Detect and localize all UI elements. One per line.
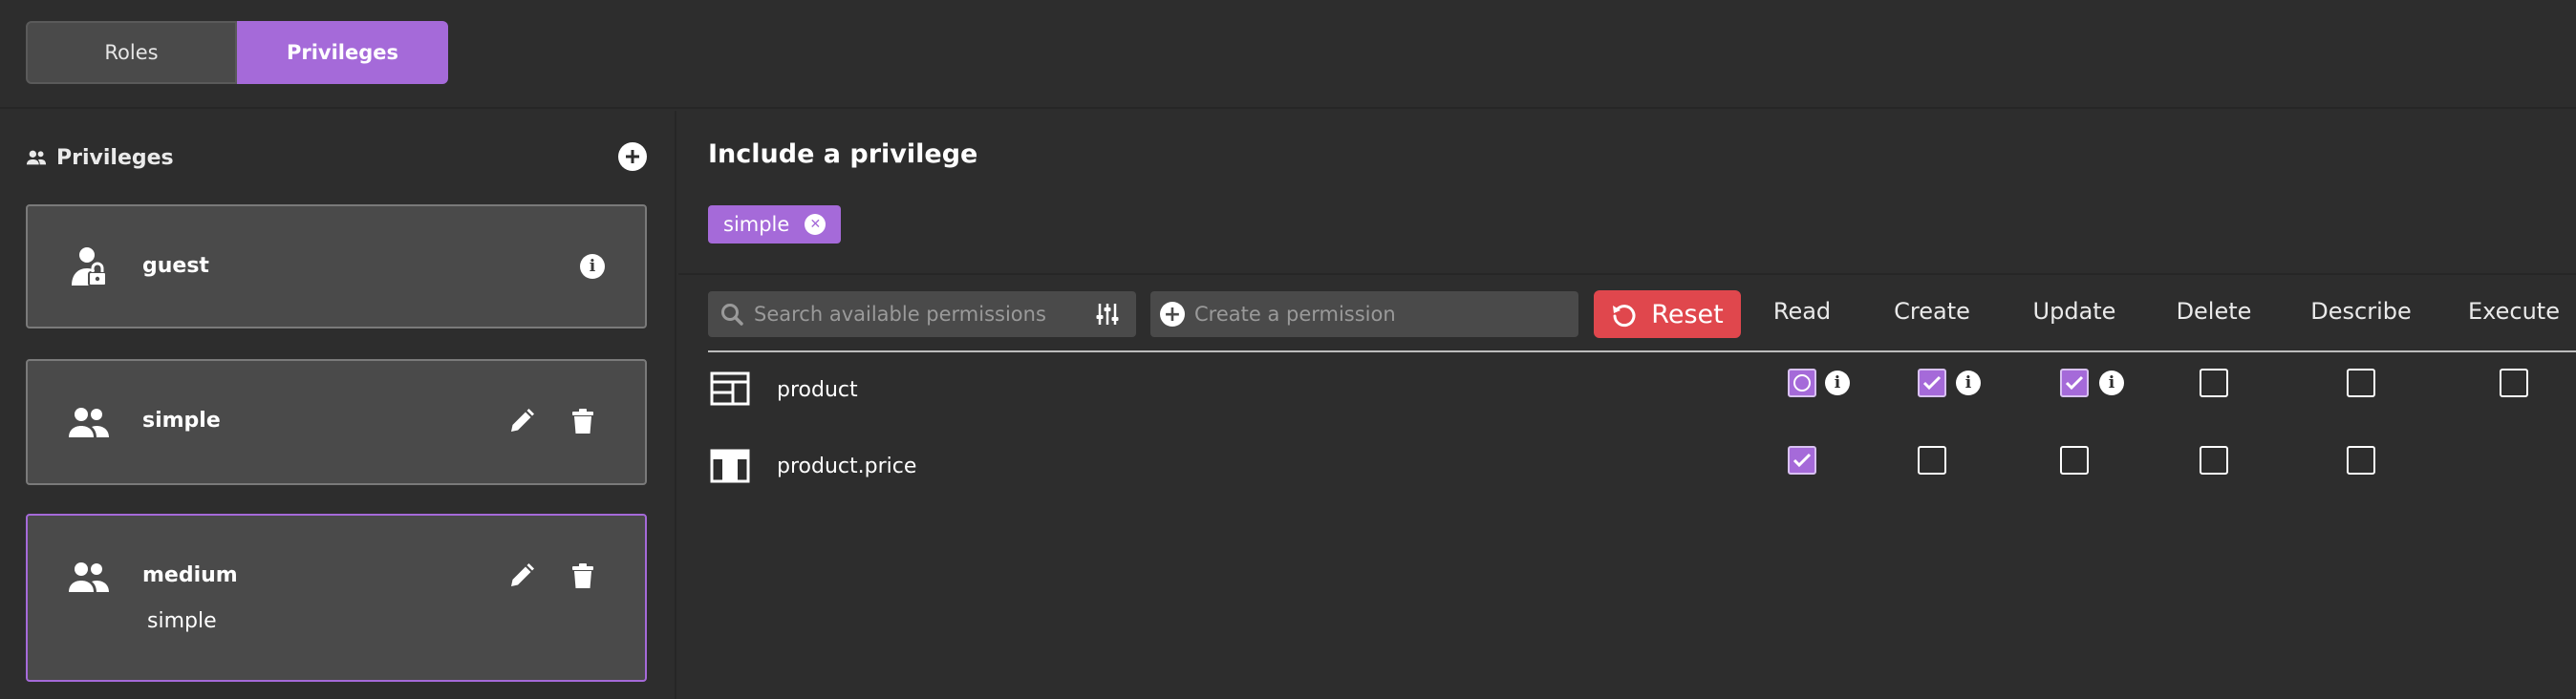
- search-input[interactable]: [754, 303, 1069, 326]
- info-icon[interactable]: i: [1825, 371, 1850, 395]
- plus-circle-icon: +: [1160, 302, 1185, 327]
- edit-icon[interactable]: [507, 561, 536, 590]
- tab-group: Roles Privileges: [26, 21, 448, 84]
- permission-name: product.price: [777, 455, 917, 478]
- create-permission-bar: +: [1150, 291, 1578, 337]
- search-bar: [708, 291, 1136, 337]
- check-icon: [1792, 453, 1812, 468]
- plus-icon: [626, 150, 639, 163]
- trash-icon[interactable]: [569, 561, 597, 590]
- reset-button[interactable]: Reset: [1594, 290, 1741, 338]
- privilege-card-guest[interactable]: guest i: [26, 204, 647, 328]
- checkbox-delete-product[interactable]: [2200, 369, 2228, 397]
- chip-label: simple: [723, 213, 790, 236]
- info-icon[interactable]: i: [2099, 371, 2124, 395]
- checkbox-delete-product-price[interactable]: [2200, 446, 2228, 475]
- add-privilege-button[interactable]: [618, 142, 647, 171]
- privilege-inherits: simple: [147, 609, 217, 633]
- privilege-card-simple[interactable]: simple: [26, 359, 647, 485]
- create-permission-input[interactable]: [1194, 303, 1510, 326]
- filter-sliders-icon[interactable]: [1094, 301, 1121, 328]
- edit-icon[interactable]: [507, 407, 536, 435]
- sidebar-title: Privileges: [56, 145, 174, 170]
- user-lock-icon: [72, 247, 107, 286]
- privilege-editor: Include a privilege simple ✕ + Reset Rea…: [678, 111, 2576, 699]
- info-icon[interactable]: i: [580, 254, 605, 279]
- divider: [678, 273, 2576, 275]
- people-icon: [69, 562, 109, 592]
- tab-privileges[interactable]: Privileges: [237, 21, 448, 84]
- column-header-update: Update: [2032, 298, 2116, 325]
- tab-roles[interactable]: Roles: [26, 21, 237, 84]
- privileges-sidebar: Privileges guest i simple medium simple: [0, 111, 676, 699]
- included-privilege-chip: simple ✕: [708, 205, 842, 244]
- people-icon: [69, 408, 109, 437]
- check-icon: [1922, 375, 1942, 391]
- table-icon: [710, 371, 750, 406]
- checkbox-update-product-price[interactable]: [2060, 446, 2089, 475]
- trash-icon[interactable]: [569, 407, 597, 435]
- checkbox-describe-product-price[interactable]: [2347, 446, 2375, 475]
- checkbox-describe-product[interactable]: [2347, 369, 2375, 397]
- check-icon: [2065, 375, 2084, 391]
- privilege-card-medium[interactable]: medium simple: [26, 514, 647, 682]
- people-icon: [26, 150, 47, 165]
- column-header-delete: Delete: [2176, 298, 2252, 325]
- top-bar: Roles Privileges: [0, 0, 2576, 109]
- info-icon[interactable]: i: [1956, 371, 1981, 395]
- checkbox-execute-product[interactable]: [2500, 369, 2528, 397]
- grid-icon: [710, 449, 750, 483]
- checkbox-create-product-price[interactable]: [1918, 446, 1946, 475]
- include-privilege-title: Include a privilege: [708, 139, 978, 169]
- privilege-name: medium: [142, 563, 238, 587]
- privilege-name: guest: [142, 254, 209, 278]
- column-header-create: Create: [1894, 298, 1970, 325]
- sidebar-header: Privileges: [26, 134, 647, 181]
- checkbox-read-product-price[interactable]: [1788, 446, 1816, 475]
- reset-icon: [1613, 305, 1636, 328]
- reset-label: Reset: [1651, 299, 1724, 329]
- permission-name: product: [777, 378, 858, 402]
- column-header-read: Read: [1772, 298, 1832, 325]
- column-header-execute: Execute: [2468, 298, 2560, 325]
- search-icon: [721, 304, 743, 326]
- checkbox-read-product[interactable]: [1788, 369, 1816, 397]
- privilege-name: simple: [142, 409, 221, 433]
- checkbox-update-product[interactable]: [2060, 369, 2089, 397]
- remove-chip-icon[interactable]: ✕: [805, 214, 826, 235]
- partial-indicator: [1793, 374, 1811, 392]
- column-header-describe: Describe: [2310, 298, 2412, 325]
- table-header-line: [708, 350, 2576, 352]
- checkbox-create-product[interactable]: [1918, 369, 1946, 397]
